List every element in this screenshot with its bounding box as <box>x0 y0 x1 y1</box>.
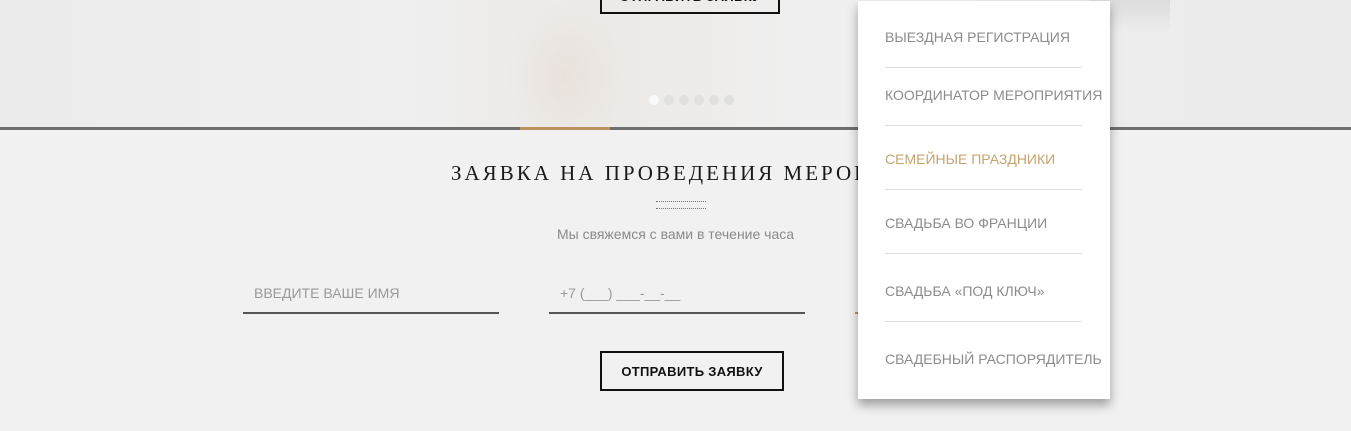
menu-separator <box>885 189 1082 190</box>
slider-dot[interactable] <box>709 95 719 105</box>
hero-image-fragment <box>505 0 625 128</box>
menu-item-registration[interactable]: ВЫЕЗДНАЯ РЕГИСТРАЦИЯ <box>885 29 1082 45</box>
slider-dots <box>649 95 734 105</box>
menu-item-turnkey-wedding[interactable]: СВАДЬБА «ПОД КЛЮЧ» <box>885 283 1082 299</box>
hero-banner: ОТПРАВИТЬ ЗАЯВКУ <box>0 0 1351 128</box>
menu-separator <box>885 253 1082 254</box>
menu-separator <box>885 321 1082 322</box>
menu-item-wedding-france[interactable]: СВАДЬБА ВО ФРАНЦИИ <box>885 215 1082 231</box>
slider-dot[interactable] <box>664 95 674 105</box>
services-dropdown-menu: ВЫЕЗДНАЯ РЕГИСТРАЦИЯ КООРДИНАТОР МЕРОПРИ… <box>858 1 1110 399</box>
slider-dot[interactable] <box>724 95 734 105</box>
slider-dot[interactable] <box>649 95 659 105</box>
hero-divider <box>0 127 1351 130</box>
phone-input[interactable] <box>549 274 805 314</box>
name-input[interactable] <box>243 274 499 314</box>
menu-item-coordinator[interactable]: КООРДИНАТОР МЕРОПРИЯТИЯ <box>885 87 1102 103</box>
form-title: ЗАЯВКА НА ПРОВЕДЕНИЯ МЕРОПРИЯ <box>451 161 923 185</box>
hero-submit-button[interactable]: ОТПРАВИТЬ ЗАЯВКУ <box>600 0 780 14</box>
slider-dot[interactable] <box>679 95 689 105</box>
menu-item-family-holidays[interactable]: СЕМЕЙНЫЕ ПРАЗДНИКИ <box>885 151 1082 167</box>
menu-separator <box>885 125 1082 126</box>
submit-button[interactable]: ОТПРАВИТЬ ЗАЯВКУ <box>600 351 784 391</box>
title-ornament <box>656 201 706 209</box>
menu-item-wedding-planner[interactable]: СВАДЕБНЫЙ РАСПОРЯДИТЕЛЬ <box>885 351 1102 367</box>
form-subtitle: Мы свяжемся с вами в течение часа <box>556 226 795 242</box>
slider-dot[interactable] <box>694 95 704 105</box>
menu-separator <box>885 67 1082 68</box>
